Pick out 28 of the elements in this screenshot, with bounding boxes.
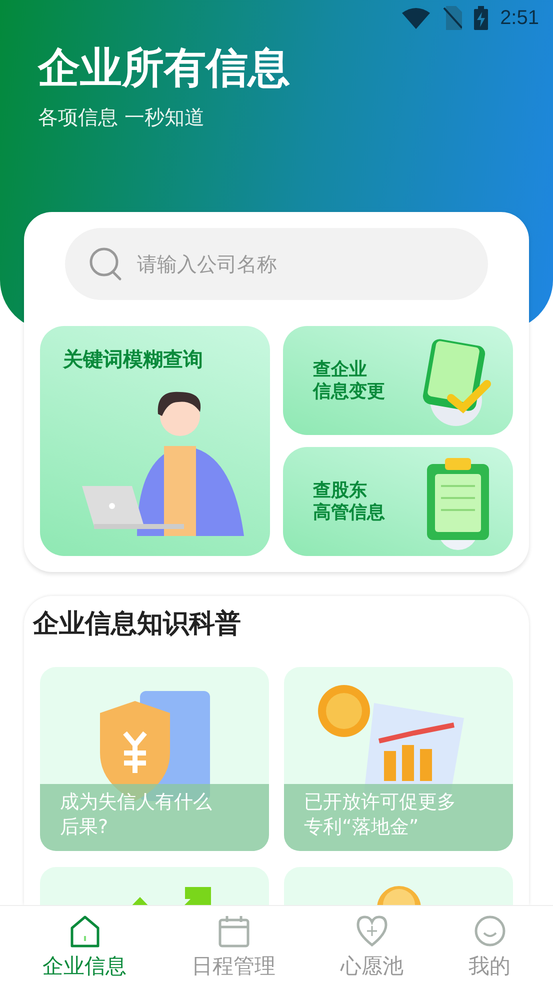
query-label: 查股东 xyxy=(313,480,368,502)
wifi-icon xyxy=(402,7,430,29)
nav-tab[interactable]: 心愿池 xyxy=(332,914,412,982)
query-card[interactable]: 查股东 高管信息 xyxy=(283,447,513,556)
no-sim-icon xyxy=(442,6,462,30)
page-subtitle: 各项信息 一秒知道 xyxy=(38,104,206,131)
query-label: 信息变更 xyxy=(313,380,385,402)
heart-plus-icon xyxy=(355,914,389,948)
query-card[interactable]: 关键词模糊查询 xyxy=(40,326,270,556)
nav-tab[interactable]: 企业信息 xyxy=(34,914,134,982)
query-label: 高管信息 xyxy=(313,502,385,524)
calendar-icon xyxy=(216,914,250,948)
page-title: 企业所有信息 xyxy=(38,42,291,94)
article-card[interactable]: 已开放许可促更多专利“落地金” xyxy=(284,667,513,851)
status-time: 2:51 xyxy=(500,6,539,30)
section-title: 企业信息知识科普 xyxy=(33,608,242,641)
query-label: 关键词模糊查询 xyxy=(63,348,203,370)
article-title: 成为失信人有什么后果? xyxy=(40,784,269,851)
article-card[interactable]: 成为失信人有什么后果? xyxy=(40,667,269,851)
query-label: 查企业 xyxy=(313,358,368,380)
smiley-icon xyxy=(472,914,506,948)
battery-icon xyxy=(474,6,488,30)
search-icon xyxy=(89,247,123,281)
query-card[interactable]: 查企业 信息变更 xyxy=(283,326,513,435)
search-field[interactable]: 请输入公司名称 xyxy=(65,228,488,300)
nav-tab[interactable]: 我的 xyxy=(460,914,518,982)
article-title: 已开放许可促更多专利“落地金” xyxy=(284,784,513,851)
nav-tab[interactable]: 日程管理 xyxy=(184,914,284,982)
